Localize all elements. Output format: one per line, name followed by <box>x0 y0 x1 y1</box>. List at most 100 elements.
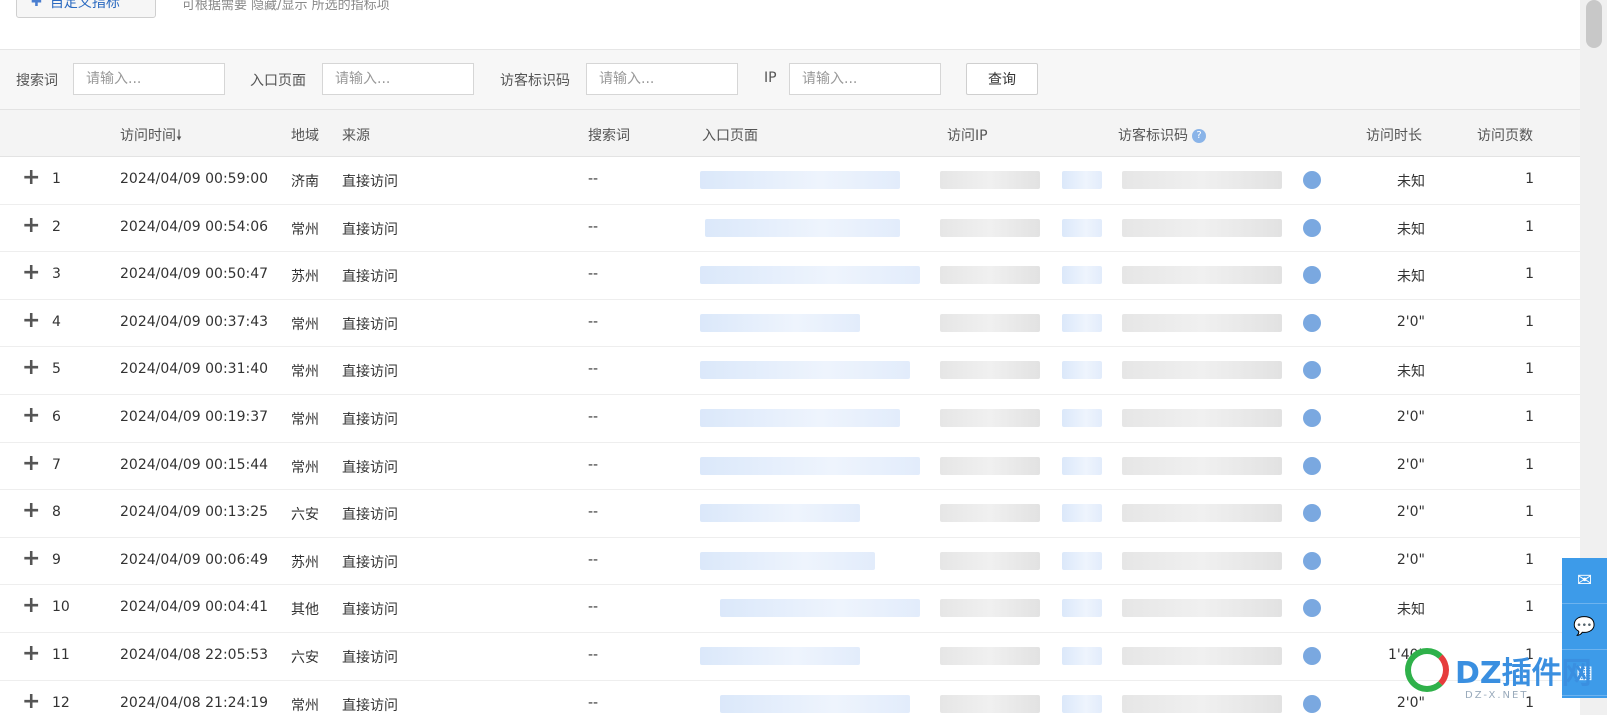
trend-icon[interactable] <box>1303 171 1321 189</box>
header-visit-time[interactable]: 访问时间🠗 <box>120 125 182 149</box>
plus-icon[interactable]: + <box>22 500 40 522</box>
table-row[interactable]: +12 2024/04/08 21:24:19 常州 直接访问 -- 2'0" 1 <box>0 681 1580 715</box>
header-search-term: 搜索词 <box>588 128 630 144</box>
visitor-id-redacted-b <box>1122 456 1282 475</box>
visitor-id-redacted-a <box>1062 599 1102 618</box>
row-number: 5 <box>52 361 61 378</box>
trend-icon[interactable] <box>1303 456 1321 475</box>
trend-icon[interactable] <box>1303 218 1321 237</box>
pages: 1 <box>1525 456 1534 473</box>
source: 直接访问 <box>342 221 398 238</box>
entry-page-redacted <box>700 313 860 332</box>
visitor-id-redacted-b <box>1122 504 1282 523</box>
search-term: -- <box>588 313 599 330</box>
ip-redacted <box>940 504 1040 523</box>
trend-icon[interactable] <box>1303 694 1321 713</box>
source: 直接访问 <box>342 554 398 571</box>
search-term-input[interactable] <box>73 63 225 95</box>
table-row[interactable]: +11 2024/04/08 22:05:53 六安 直接访问 -- 1'40" 1 <box>0 633 1580 681</box>
source: 直接访问 <box>342 697 398 714</box>
question-icon[interactable]: ? <box>1192 129 1206 143</box>
pages: 1 <box>1525 171 1534 187</box>
header-entry-page: 入口页面 <box>702 128 758 144</box>
plus-icon[interactable]: + <box>22 547 40 570</box>
plus-icon[interactable]: + <box>22 595 40 617</box>
row-number: 10 <box>52 599 70 616</box>
pages: 1 <box>1525 599 1534 616</box>
mail-icon[interactable]: ✉ <box>1562 558 1607 604</box>
table-row[interactable]: +3 2024/04/09 00:50:47 苏州 直接访问 -- 未知 1 <box>0 252 1580 300</box>
plus-icon[interactable]: + <box>22 404 40 427</box>
search-term-label: 搜索词 <box>16 73 58 89</box>
trend-icon[interactable] <box>1303 266 1321 285</box>
ip-input[interactable] <box>789 63 941 95</box>
plus-icon[interactable]: + <box>22 690 40 713</box>
duration: 未知 <box>1397 174 1425 190</box>
table-row[interactable]: +2 2024/04/09 00:54:06 常州 直接访问 -- 未知 1 <box>0 205 1580 253</box>
visitor-id-redacted-b <box>1122 218 1282 237</box>
plus-icon[interactable]: + <box>22 642 40 665</box>
table-row[interactable]: +10 2024/04/09 00:04:41 其他 直接访问 -- 未知 1 <box>0 585 1580 633</box>
header-visitor-id-label: 访客标识码 <box>1118 128 1188 144</box>
row-number: 8 <box>52 504 61 521</box>
visitor-id-redacted-a <box>1062 218 1102 237</box>
row-number: 2 <box>52 218 61 235</box>
table-row[interactable]: +1 2024/04/09 00:59:00 济南 直接访问 -- 未知 1 <box>0 157 1580 205</box>
plus-icon[interactable]: + <box>22 452 40 475</box>
visit-time: 2024/04/09 00:19:37 <box>120 408 269 425</box>
duration: 2'0" <box>1396 313 1425 330</box>
table-row[interactable]: +9 2024/04/09 00:06:49 苏州 直接访问 -- 2'0" 1 <box>0 538 1580 586</box>
ip-redacted <box>940 599 1040 618</box>
pages: 1 <box>1525 218 1534 235</box>
table-row[interactable]: +6 2024/04/09 00:19:37 常州 直接访问 -- 2'0" 1 <box>0 395 1580 443</box>
entry-page-redacted <box>700 408 900 427</box>
entry-page-input[interactable] <box>322 63 474 95</box>
table-header: 访问时间🠗 地域 来源 搜索词 入口页面 访问IP 访客标识码? 访问时长 访问… <box>0 110 1580 157</box>
visit-time: 2024/04/08 21:24:19 <box>120 694 269 711</box>
plus-icon[interactable]: + <box>22 167 40 189</box>
trend-icon[interactable] <box>1303 599 1321 618</box>
header-region: 地域 <box>291 128 319 144</box>
plus-icon[interactable]: + <box>22 262 40 284</box>
plus-icon[interactable]: + <box>22 309 40 332</box>
trend-icon[interactable] <box>1303 646 1321 665</box>
trend-icon[interactable] <box>1303 313 1321 332</box>
visitor-id-redacted-a <box>1062 456 1102 475</box>
ip-redacted <box>940 646 1040 665</box>
trend-icon[interactable] <box>1303 551 1321 570</box>
scroll-thumb[interactable] <box>1586 0 1602 48</box>
header-duration: 访问时长 <box>1366 128 1422 144</box>
wechat-icon[interactable]: 💬 <box>1562 604 1607 650</box>
row-number: 7 <box>52 456 61 473</box>
visit-time: 2024/04/09 00:04:41 <box>120 599 269 616</box>
metrics-icon: ✚ <box>31 0 42 9</box>
entry-page-redacted <box>700 504 860 523</box>
visitor-id-redacted-b <box>1122 551 1282 570</box>
trend-icon[interactable] <box>1303 504 1321 523</box>
plus-icon[interactable]: + <box>22 357 40 379</box>
entry-page-redacted <box>700 171 900 189</box>
table-row[interactable]: +4 2024/04/09 00:37:43 常州 直接访问 -- 2'0" 1 <box>0 300 1580 348</box>
custom-metrics-button[interactable]: ✚ 自定义指标 <box>16 0 156 18</box>
visitor-id-redacted-b <box>1122 361 1282 380</box>
trend-icon[interactable] <box>1303 361 1321 380</box>
ip-redacted <box>940 218 1040 237</box>
ip-label: IP <box>764 70 777 86</box>
entry-page-redacted <box>700 266 920 285</box>
source: 直接访问 <box>342 364 398 381</box>
search-term: -- <box>588 599 599 616</box>
table-row[interactable]: +5 2024/04/09 00:31:40 常州 直接访问 -- 未知 1 <box>0 347 1580 395</box>
watermark-subtext: DZ-X.NET <box>1465 690 1529 701</box>
header-source: 来源 <box>342 128 370 144</box>
entry-page-redacted <box>705 218 900 237</box>
row-number: 1 <box>52 171 61 187</box>
table-row[interactable]: +7 2024/04/09 00:15:44 常州 直接访问 -- 2'0" 1 <box>0 443 1580 491</box>
duration: 未知 <box>1397 602 1425 619</box>
visitor-id-input[interactable] <box>586 63 738 95</box>
visitor-id-redacted-a <box>1062 408 1102 427</box>
trend-icon[interactable] <box>1303 408 1321 427</box>
table-row[interactable]: +8 2024/04/09 00:13:25 六安 直接访问 -- 2'0" 1 <box>0 490 1580 538</box>
query-button[interactable]: 查询 <box>966 63 1038 95</box>
plus-icon[interactable]: + <box>22 214 40 237</box>
header-visit-ip: 访问IP <box>947 128 988 144</box>
